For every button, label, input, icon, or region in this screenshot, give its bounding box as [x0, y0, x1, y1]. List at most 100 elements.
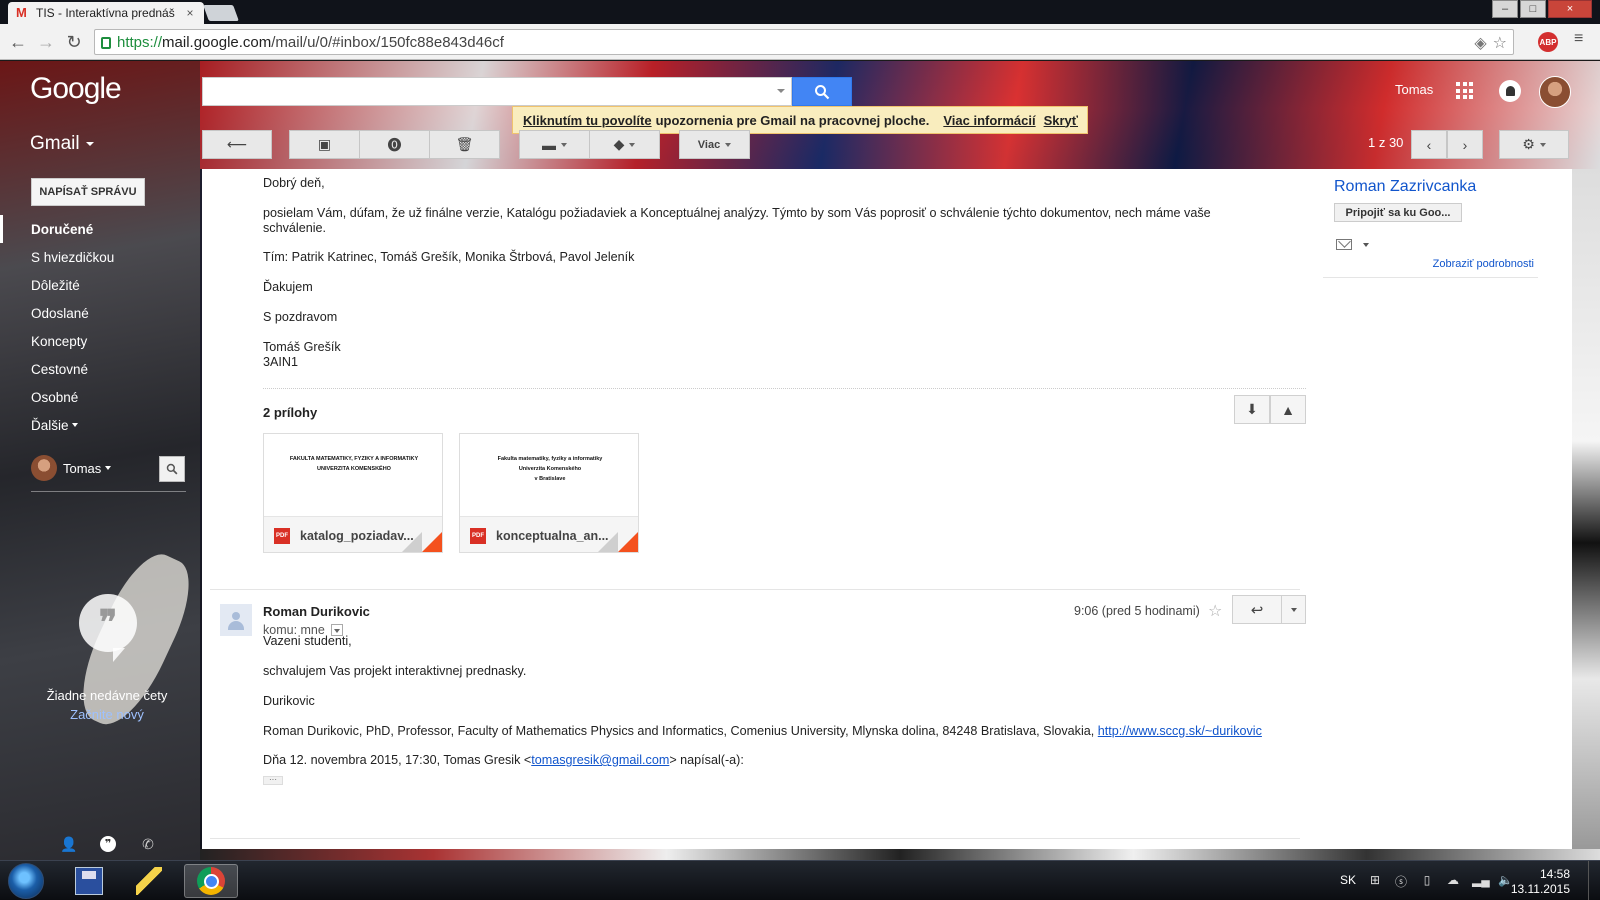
enable-notifications-link[interactable]: Kliknutím tu povolíte [523, 113, 652, 128]
report-spam-button[interactable]: ⓿ [359, 130, 430, 159]
signature-link[interactable]: http://www.sccg.sk/~durikovic [1098, 724, 1262, 738]
language-indicator[interactable]: SK [1340, 873, 1356, 887]
taskbar-app-chrome[interactable] [184, 864, 238, 898]
account-name[interactable]: Tomas [1395, 82, 1433, 97]
sender-name[interactable]: Roman Durikovic [263, 604, 370, 619]
back-arrow-icon[interactable]: ← [8, 32, 28, 52]
windows-taskbar: SK ⊞ ⓢ ▯ ☁ ▂▄ 🔈 14:58 13.11.2015 [0, 860, 1600, 900]
url-scheme: https:// [117, 33, 163, 51]
hide-notice-link[interactable]: Skryť [1044, 113, 1078, 128]
connect-google-plus-button[interactable]: Pripojiť sa ku Goo... [1334, 203, 1462, 222]
notice-text: upozornenia pre Gmail na pracovnej ploch… [655, 112, 930, 128]
message-more-button[interactable] [1281, 595, 1306, 624]
tab-close-icon[interactable]: × [184, 6, 196, 20]
labels-button[interactable]: ◆ [589, 130, 660, 159]
sidebar-item-personal[interactable]: Osobné [0, 383, 200, 411]
reply-arrow-icon: ↩ [1250, 601, 1264, 619]
download-all-button[interactable]: ⬇ [1234, 395, 1270, 424]
taskbar-app-save[interactable] [62, 864, 116, 898]
google-logo[interactable]: Google [30, 72, 122, 106]
conversation-pane: Dobrý deň, posielam Vám, dúfam, že už fi… [202, 169, 1572, 849]
email-icon[interactable] [1336, 239, 1352, 250]
attachment-fold-corner [598, 532, 618, 552]
sidebar-item-drafts[interactable]: Koncepty [0, 327, 200, 355]
search-options-caret-icon[interactable] [777, 89, 785, 93]
hangouts-search-button[interactable] [159, 456, 185, 482]
compose-button[interactable]: NAPÍSAŤ SPRÁVU [31, 178, 145, 206]
minimize-button[interactable]: – [1492, 0, 1518, 18]
show-desktop-button[interactable] [1588, 861, 1600, 900]
chevron-down-icon[interactable] [1363, 243, 1369, 247]
show-details-link[interactable]: Zobraziť podrobnosti [1320, 258, 1550, 270]
sidebar-item-inbox[interactable]: Doručené [0, 215, 200, 243]
settings-button[interactable]: ⚙ [1499, 130, 1569, 159]
older-button[interactable]: › [1447, 130, 1483, 159]
windows-logo-icon[interactable]: ⊞ [1368, 873, 1382, 887]
sidebar-divider [31, 491, 186, 492]
show-trimmed-content-button[interactable]: ··· [263, 776, 283, 785]
more-info-link[interactable]: Viac informácií [943, 113, 1035, 128]
close-window-button[interactable]: × [1548, 0, 1592, 18]
sidebar-item-starred[interactable]: S hviezdičkou [0, 243, 200, 271]
sidebar-item-travel[interactable]: Cestovné [0, 355, 200, 383]
sender-avatar[interactable] [220, 604, 252, 636]
newer-button[interactable]: ‹ [1411, 130, 1447, 159]
skype-icon[interactable]: ⓢ [1394, 873, 1408, 889]
start-button[interactable] [8, 863, 44, 899]
search-button[interactable] [792, 77, 852, 106]
search-icon [166, 463, 178, 475]
battery-icon[interactable]: ▯ [1420, 873, 1434, 887]
contact-name[interactable]: Roman Zazrivcanka [1334, 178, 1476, 196]
browser-menu-icon[interactable]: ≡ [1574, 30, 1590, 48]
save-to-drive-button[interactable]: ▲ [1270, 395, 1306, 424]
search-input[interactable] [202, 77, 792, 106]
attachments-title: 2 prílohy [263, 405, 318, 420]
more-actions-button[interactable]: Viac [679, 130, 750, 159]
label-tag-icon: ◆ [613, 136, 625, 152]
signal-bars-icon[interactable]: ▂▄ [1472, 873, 1490, 887]
star-icon[interactable]: ☆ [1208, 601, 1222, 621]
address-bar[interactable]: https://mail.google.com/mail/u/0/#inbox/… [94, 29, 1514, 55]
browser-tab-gmail[interactable]: TIS - Interaktívna prednáš × [8, 2, 204, 24]
contacts-person-icon[interactable]: 👤 [60, 836, 77, 852]
archive-button[interactable]: ▣ [289, 130, 360, 159]
attachment-preview: Fakulta matematiky, fyziky a informatiky… [460, 434, 638, 516]
folder-icon: ▬ [542, 136, 556, 153]
reply-button[interactable]: ↩ [1232, 595, 1282, 624]
system-clock[interactable]: 14:58 13.11.2015 [1500, 867, 1570, 897]
phone-icon[interactable]: ✆ [140, 836, 156, 852]
maximize-button[interactable]: □ [1520, 0, 1546, 18]
bookmark-star-icon[interactable]: ☆ [1493, 33, 1507, 53]
attachment-card[interactable]: Fakulta matematiky, fyziky a informatiky… [459, 433, 639, 553]
sidebar-item-sent[interactable]: Odoslané [0, 299, 200, 327]
floppy-disk-icon [75, 867, 103, 895]
adblock-icon[interactable]: ABP [1538, 32, 1558, 52]
message-sign: Durikovic [263, 694, 315, 708]
delete-button[interactable]: 🗑 [429, 130, 500, 159]
cloud-icon[interactable]: ☁ [1446, 873, 1460, 887]
forward-arrow-icon[interactable]: → [36, 32, 56, 52]
attachment-card[interactable]: FAKULTA MATEMATIKY, FYZIKY A INFORMATIKY… [263, 433, 443, 553]
sidebar-item-important[interactable]: Dôležité [0, 271, 200, 299]
archive-icon: ▣ [317, 136, 332, 152]
reload-icon[interactable]: ↻ [64, 32, 84, 52]
hangouts-quote-icon: ❞ [79, 594, 137, 662]
new-tab-button[interactable] [203, 5, 239, 21]
back-to-inbox-button[interactable]: ⟵ [202, 130, 272, 159]
quote-email-link[interactable]: tomasgresik@gmail.com [531, 753, 669, 767]
apps-grid-icon[interactable] [1456, 82, 1473, 99]
chevron-right-icon: › [1462, 136, 1468, 153]
chevron-left-icon: ‹ [1426, 136, 1432, 153]
extension-icon[interactable]: ◈ [1474, 33, 1486, 53]
attachment-actions: ⬇ ▲ [1234, 395, 1306, 424]
quote-suffix: > napísal(-a): [669, 753, 744, 767]
start-new-chat-link[interactable]: Začnite nový [22, 707, 192, 722]
hangouts-icon[interactable]: ❞ [100, 836, 116, 852]
move-to-button[interactable]: ▬ [519, 130, 590, 159]
gmail-app-switcher[interactable]: Gmail [30, 133, 94, 155]
sidebar-item-more[interactable]: Ďalšie [0, 411, 200, 439]
hangouts-user[interactable]: Tomas [31, 455, 112, 481]
taskbar-app-lightning[interactable] [122, 864, 176, 898]
account-avatar[interactable] [1539, 76, 1571, 108]
notifications-bell-icon[interactable] [1499, 80, 1521, 102]
